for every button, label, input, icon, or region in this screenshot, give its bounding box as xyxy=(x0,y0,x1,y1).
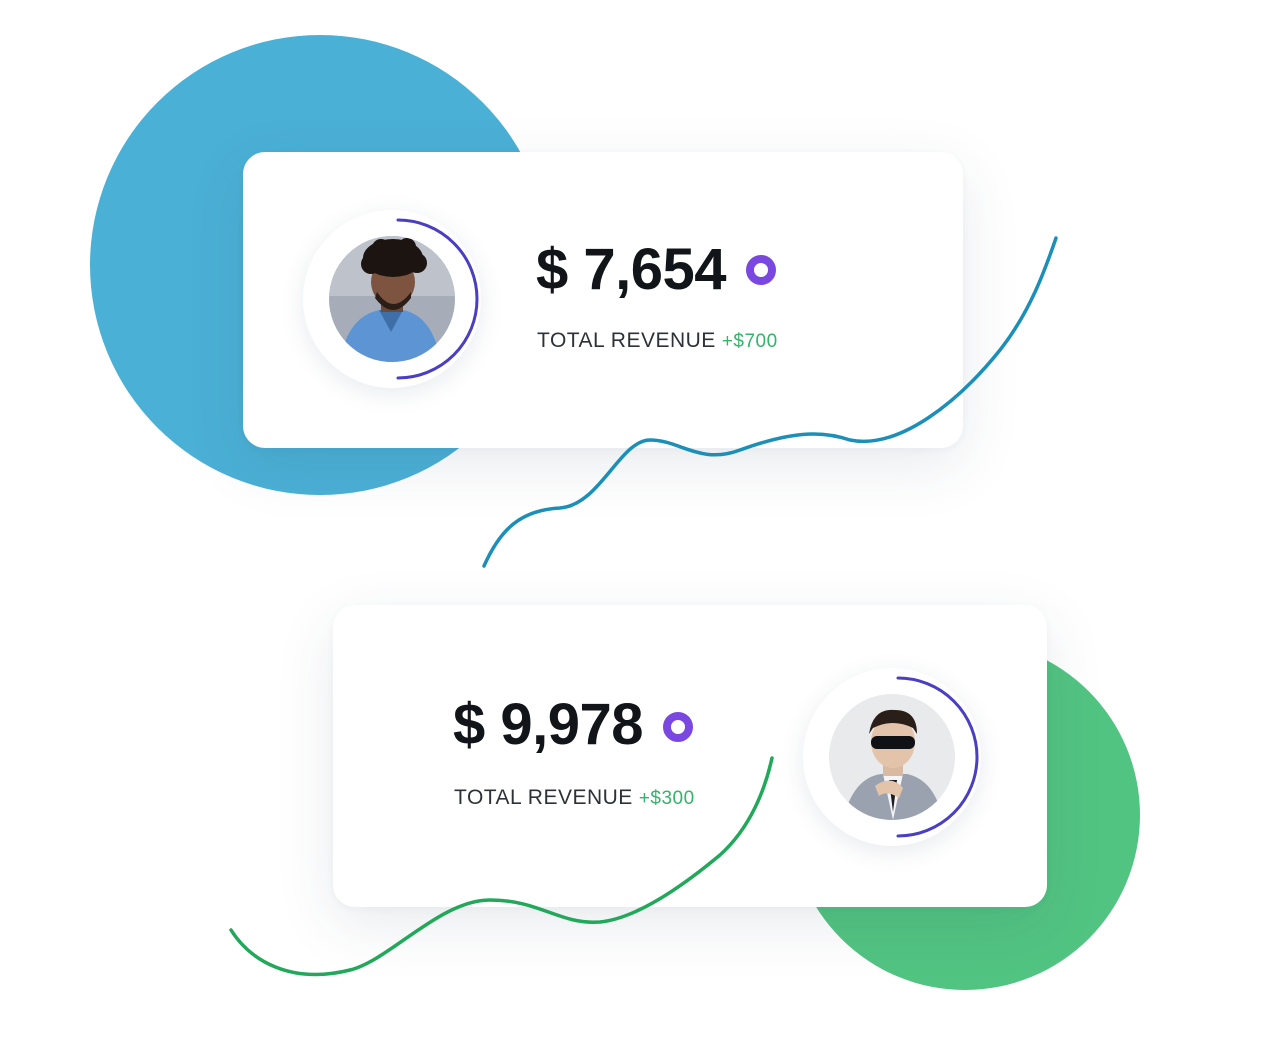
revenue-amount: $ 7,654 xyxy=(536,237,727,302)
avatar xyxy=(329,236,455,362)
avatar xyxy=(829,694,955,820)
status-dot-icon xyxy=(663,712,693,742)
revenue-amount: $ 9,978 xyxy=(453,692,644,757)
revenue-delta: +$300 xyxy=(638,788,695,809)
revenue-caption: TOTAL REVENUE +$300 xyxy=(454,786,695,810)
person-curly-hair-icon xyxy=(329,236,455,362)
revenue-delta: +$700 xyxy=(721,331,778,352)
avatar-frame xyxy=(803,668,981,846)
status-dot-icon xyxy=(746,255,776,285)
revenue-caption: TOTAL REVENUE +$700 xyxy=(537,329,778,353)
revenue-label: TOTAL REVENUE xyxy=(537,329,716,352)
avatar-frame xyxy=(303,210,481,388)
revenue-label: TOTAL REVENUE xyxy=(454,786,633,809)
revenue-card-1: $ 7,654 TOTAL REVENUE +$700 xyxy=(243,152,963,448)
person-sunglasses-icon xyxy=(829,694,955,820)
revenue-card-2: $ 9,978 TOTAL REVENUE +$300 xyxy=(333,605,1047,907)
